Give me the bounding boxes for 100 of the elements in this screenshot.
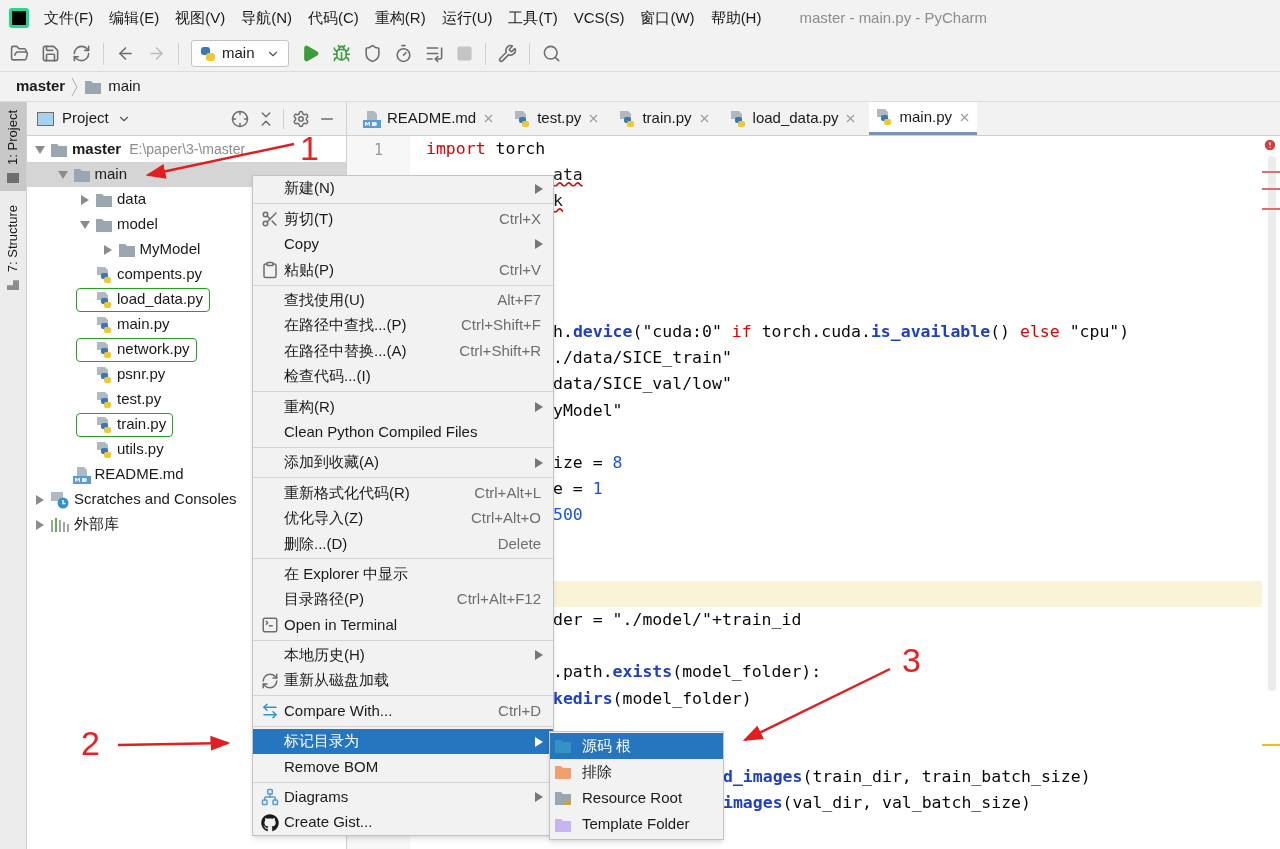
tool-window-tab[interactable]: 1: Project <box>0 102 26 191</box>
menu-item[interactable]: Remove BOM <box>253 754 553 780</box>
tree-item-label[interactable]: MyModel <box>139 238 201 261</box>
coverage-icon[interactable] <box>363 44 382 63</box>
menu-item[interactable]: 粘贴(P) Ctrl+V <box>253 257 553 283</box>
editor-tab[interactable]: README.md <box>357 102 502 135</box>
collapsed-arrow-icon[interactable] <box>35 494 45 505</box>
menu-item[interactable]: Clean Python Compiled Files <box>253 419 553 445</box>
menu-item[interactable]: 重新从磁盘加载 <box>253 668 553 694</box>
menu-item[interactable]: 在路径中替换...(A) Ctrl+Shift+R <box>253 338 553 364</box>
editor-tab[interactable]: main.py <box>869 102 977 135</box>
menu-item[interactable]: 查找使用(U) Alt+F7 <box>253 287 553 313</box>
menu-item[interactable]: Open in Terminal <box>253 612 553 638</box>
locate-icon[interactable] <box>231 109 249 128</box>
code-line: import torch <box>426 137 546 160</box>
search-icon[interactable] <box>542 44 561 63</box>
expanded-arrow-icon[interactable] <box>35 144 45 155</box>
menu-item[interactable]: 代码(C) <box>308 6 359 30</box>
open-folder-icon[interactable] <box>10 44 29 63</box>
menu-item[interactable]: 添加到收藏(A) <box>253 449 553 476</box>
editor-tab[interactable]: train.py <box>612 102 717 135</box>
code-line: der = "./model/"+train_id <box>553 609 802 632</box>
menu-item[interactable]: 排除 <box>550 759 723 786</box>
menu-item[interactable]: 标记目录为 <box>253 728 553 755</box>
code-line: .path.exists(model_folder): <box>553 661 822 684</box>
menu-item[interactable]: 优化导入(Z) Ctrl+Alt+O <box>253 505 553 532</box>
menu-item[interactable]: 新建(N) <box>253 176 553 202</box>
annotation-number: 2 <box>81 726 100 760</box>
debug-icon[interactable] <box>332 44 351 63</box>
menu-item[interactable]: 重构(R) <box>374 6 426 30</box>
menu-item[interactable]: 剪切(T) Ctrl+X <box>253 206 553 232</box>
scrollbar[interactable] <box>1268 156 1276 691</box>
menu-item[interactable]: 帮助(H) <box>710 6 762 30</box>
menu-item[interactable]: Compare With... Ctrl+D <box>253 698 553 724</box>
menu-item[interactable]: Resource Root <box>550 785 723 812</box>
tree-item-label[interactable]: model <box>117 213 158 236</box>
settings-icon[interactable] <box>292 109 310 128</box>
breadcrumb-item[interactable]: main <box>108 75 141 98</box>
editor-tab[interactable]: load_data.py <box>722 102 864 135</box>
expanded-arrow-icon[interactable] <box>57 169 68 180</box>
tree-item-label[interactable]: 外部库 <box>74 513 119 536</box>
menu-item[interactable]: 文件(F) <box>44 6 94 30</box>
tree-item-label[interactable]: data <box>117 188 147 211</box>
python-file-icon <box>95 290 113 309</box>
tree-item-label[interactable]: compents.py <box>117 263 203 286</box>
menu-item[interactable]: Template Folder <box>550 811 723 838</box>
menu-item[interactable]: 重新格式化代码(R) Ctrl+Alt+L <box>253 480 553 506</box>
menu-item[interactable]: 目录路径(P) Ctrl+Alt+F12 <box>253 586 553 613</box>
expanded-arrow-icon[interactable] <box>80 219 90 230</box>
concurrency-icon[interactable] <box>425 44 444 63</box>
editor-tab[interactable]: test.py <box>507 102 607 135</box>
tree-item-label[interactable]: utils.py <box>117 438 164 461</box>
menu-item[interactable]: 工具(T) <box>508 6 558 30</box>
collapsed-arrow-icon[interactable] <box>80 194 90 205</box>
tree-item-label[interactable]: Scratches and Consoles <box>74 488 237 511</box>
menu-item[interactable]: 导航(N) <box>241 6 292 30</box>
menu-item[interactable]: Create Gist... <box>253 810 553 836</box>
menu-item[interactable]: 在路径中查找...(P) Ctrl+Shift+F <box>253 312 553 339</box>
tree-item-label[interactable]: master <box>72 138 122 161</box>
menu-item[interactable]: VCS(S) <box>573 6 625 30</box>
line-number: 1 <box>374 140 383 161</box>
menu-item[interactable]: 检查代码...(I) <box>253 363 553 390</box>
save-icon[interactable] <box>41 44 60 63</box>
menu-item[interactable]: 窗口(W) <box>640 6 695 30</box>
menu-item[interactable]: 在 Explorer 中显示 <box>253 561 553 587</box>
collapsed-arrow-icon[interactable] <box>35 519 45 530</box>
menu-item[interactable]: 本地历史(H) <box>253 642 553 669</box>
menu-item[interactable]: 运行(U) <box>441 6 493 30</box>
python-file-icon <box>95 415 113 434</box>
profile-icon[interactable] <box>394 44 413 63</box>
collapsed-arrow-icon[interactable] <box>102 244 113 255</box>
error-marker <box>1262 171 1280 173</box>
back-icon[interactable] <box>116 44 135 63</box>
panel-title[interactable]: Project <box>62 107 109 130</box>
run-config-dropdown[interactable]: main <box>191 40 289 67</box>
menu-item[interactable]: Diagrams <box>253 784 553 810</box>
menu-item[interactable]: 编辑(E) <box>109 6 160 30</box>
settings-wrench-icon[interactable] <box>498 44 517 63</box>
menu-item[interactable]: 删除...(D) Delete <box>253 531 553 557</box>
tree-item-label[interactable]: main <box>94 163 127 186</box>
menu-item[interactable]: 视图(V) <box>175 6 226 30</box>
folder-icon <box>554 816 572 833</box>
menu-item[interactable]: 重构(R) <box>253 394 553 420</box>
python-file-icon <box>95 315 113 334</box>
sync-icon[interactable] <box>72 44 91 63</box>
tree-item-label[interactable]: test.py <box>117 388 162 411</box>
code-line: d_images(train_dir, train_batch_size) <box>723 766 1091 789</box>
code-line: ize = 8 <box>553 451 623 474</box>
run-icon[interactable] <box>301 44 320 63</box>
menu-item[interactable]: Copy <box>253 231 553 258</box>
breadcrumb-item[interactable]: master <box>16 75 66 98</box>
tree-item-label[interactable]: psnr.py <box>117 363 166 386</box>
tree-item-label[interactable]: main.py <box>117 313 170 336</box>
tab-label: README.md <box>387 108 477 129</box>
forward-icon[interactable] <box>147 44 166 63</box>
tool-window-tab[interactable]: 7: Structure <box>0 196 26 299</box>
folder-icon <box>554 738 572 755</box>
tree-item-label[interactable]: README.md <box>94 463 184 486</box>
submenu-arrow-icon <box>535 457 543 468</box>
menu-item[interactable]: 源码 根 <box>550 733 723 760</box>
